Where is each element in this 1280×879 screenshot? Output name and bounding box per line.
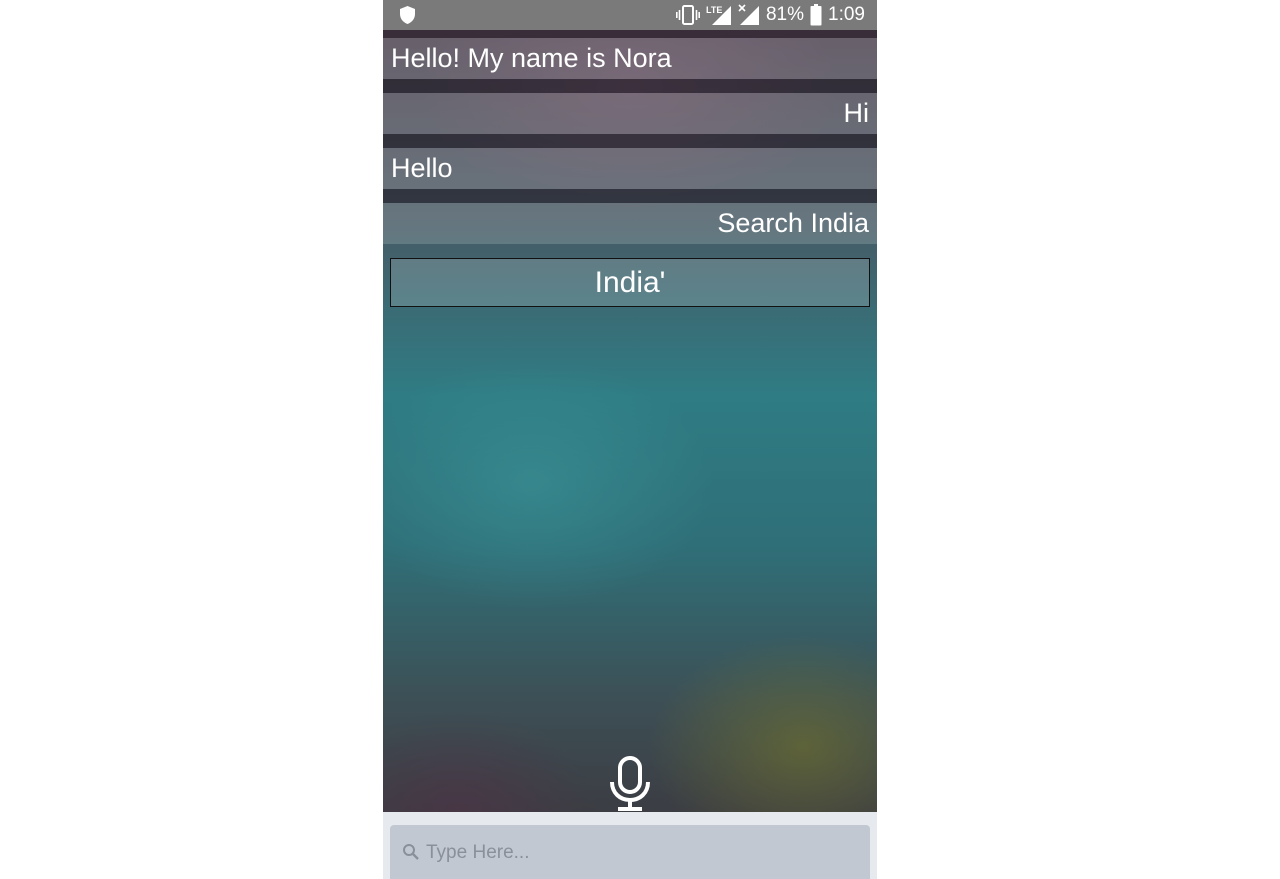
chat-message-text: Search India — [717, 208, 869, 238]
search-result-card[interactable]: India' — [390, 258, 870, 307]
status-bar: LTE 81% 1:09 — [383, 0, 877, 30]
status-icons: LTE 81% 1:09 — [675, 0, 865, 30]
divider — [383, 189, 877, 203]
input-bar — [383, 812, 877, 879]
vibrate-icon — [675, 5, 700, 25]
chat-message-text: Hello — [391, 153, 453, 183]
clock: 1:09 — [828, 4, 865, 25]
microphone-button[interactable] — [607, 756, 653, 812]
battery-icon — [810, 4, 822, 26]
search-input[interactable] — [424, 837, 858, 869]
chat-message: Hello! My name is Nora — [383, 38, 877, 79]
chat-message-text: Hi — [843, 98, 870, 128]
divider — [383, 79, 877, 93]
search-result-text: India' — [594, 265, 666, 299]
battery-percent: 81% — [765, 4, 805, 25]
search-field[interactable] — [390, 825, 870, 879]
divider — [383, 134, 877, 148]
search-icon — [402, 843, 420, 861]
lte-signal-icon: LTE — [706, 4, 732, 26]
svg-text:LTE: LTE — [706, 5, 722, 15]
divider — [383, 30, 877, 38]
chat-message-text: Hello! My name is Nora — [391, 43, 672, 73]
shield-icon — [399, 6, 416, 24]
chat-message: Search India — [383, 203, 877, 244]
phone-screen: LTE 81% 1:09 Hello! My name is Nora Hi H… — [383, 0, 877, 879]
no-signal-icon — [738, 4, 760, 26]
chat-message: Hello — [383, 148, 877, 189]
chat-message: Hi — [383, 93, 877, 134]
